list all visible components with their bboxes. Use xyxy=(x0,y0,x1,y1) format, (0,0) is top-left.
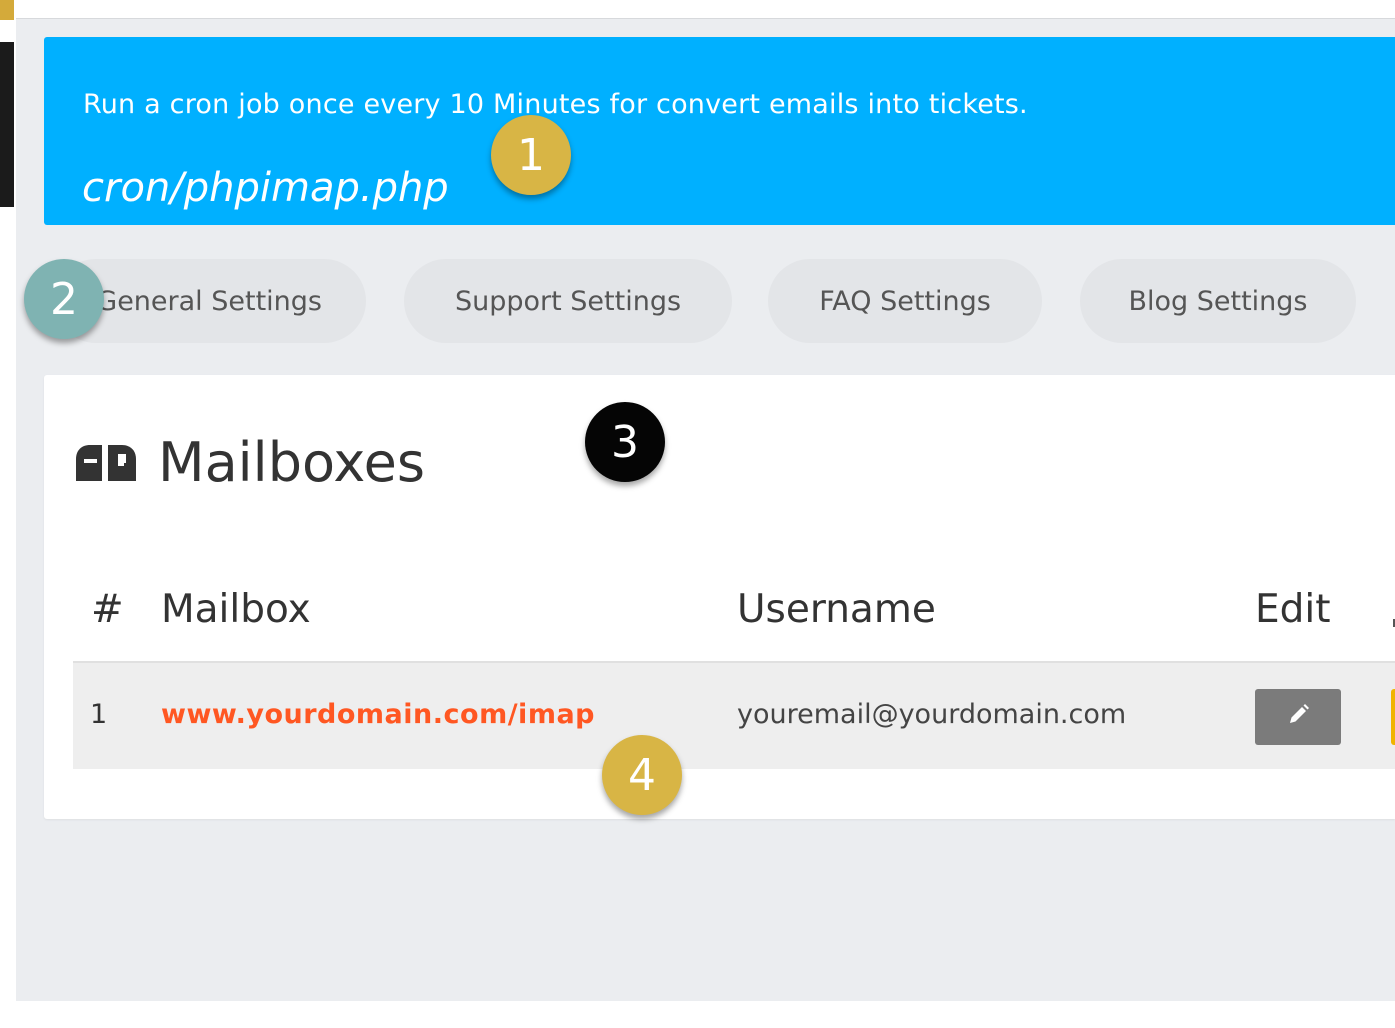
row-number: 1 xyxy=(90,699,108,730)
left-edge xyxy=(0,0,14,1000)
mailbox-icon xyxy=(74,443,138,483)
mailboxes-card: Mailboxes # Mailbox Username Edit 1 www.… xyxy=(44,375,1395,819)
gold-strip xyxy=(0,0,14,20)
cron-command: cron/phpimap.php xyxy=(82,165,449,211)
mailboxes-heading: Mailboxes xyxy=(74,431,425,494)
username-cell: youremail@yourdomain.com xyxy=(737,699,1127,730)
mailbox-link[interactable]: www.yourdomain.com/imap xyxy=(161,699,595,730)
step-marker-3: 3 xyxy=(585,402,665,482)
pencil-icon xyxy=(1285,702,1311,732)
column-header-username: Username xyxy=(737,587,936,632)
step-marker-1: 1 xyxy=(491,115,571,195)
tab-support-settings-label: Support Settings xyxy=(454,285,682,317)
step-marker-2: 2 xyxy=(24,259,104,339)
cron-alert: Run a cron job once every 10 Minutes for… xyxy=(44,37,1395,225)
cron-alert-message: Run a cron job once every 10 Minutes for… xyxy=(83,89,1028,120)
tab-faq-settings[interactable]: FAQ Settings xyxy=(768,259,1042,343)
dark-sidebar-strip xyxy=(0,42,14,207)
step-marker-4: 4 xyxy=(602,735,682,815)
tab-blog-settings-label: Blog Settings xyxy=(1128,285,1308,317)
tab-support-settings[interactable]: Support Settings xyxy=(404,259,732,343)
delete-button-partial[interactable] xyxy=(1391,689,1395,745)
column-header-mailbox: Mailbox xyxy=(161,587,311,632)
tab-general-settings-label: General Settings xyxy=(96,285,322,317)
tab-faq-settings-label: FAQ Settings xyxy=(819,285,991,317)
settings-content: Run a cron job once every 10 Minutes for… xyxy=(16,18,1395,1001)
edit-button[interactable] xyxy=(1255,689,1341,745)
tab-blog-settings[interactable]: Blog Settings xyxy=(1080,259,1356,343)
mailboxes-title: Mailboxes xyxy=(158,431,425,494)
table-row: 1 www.yourdomain.com/imap youremail@your… xyxy=(73,661,1395,769)
column-header-edit: Edit xyxy=(1255,587,1331,632)
column-header-number: # xyxy=(91,587,124,632)
